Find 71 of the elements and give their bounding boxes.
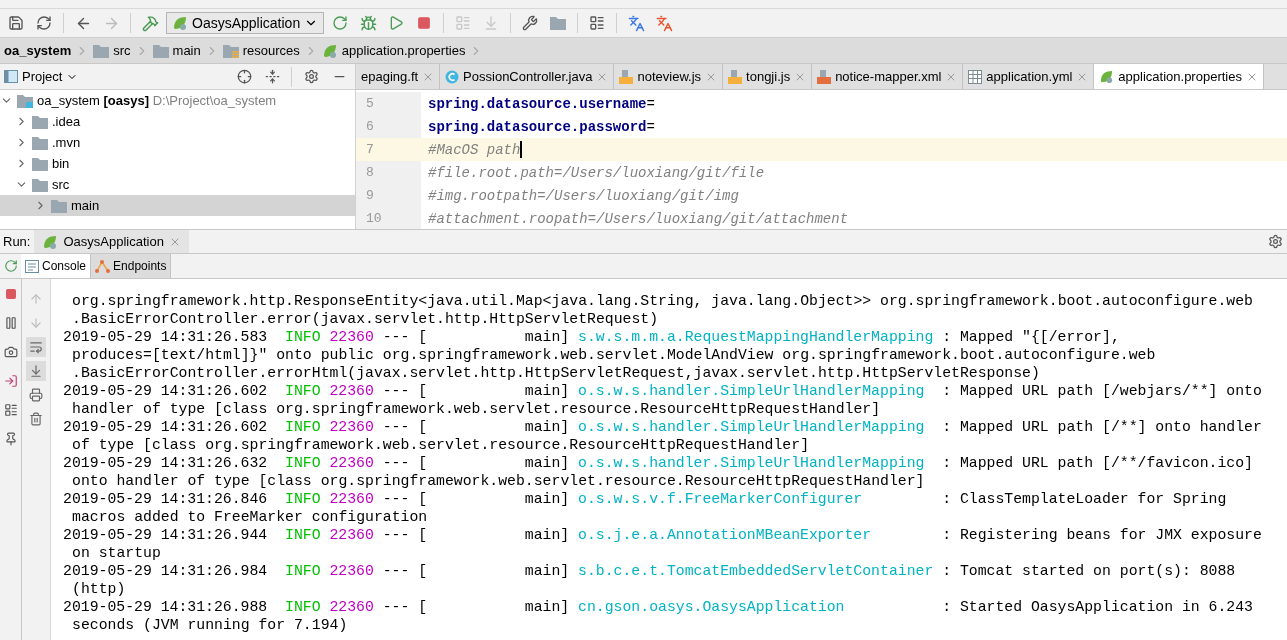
leaf-icon xyxy=(1099,69,1115,84)
project-view-dropdown[interactable]: Project xyxy=(4,69,79,84)
run-label: Run: xyxy=(3,234,31,249)
log-line: produces=[text/html]}" onto public org.springframework.web.servlet.ModelAndView org.springframework.boot.autoconfigure.web xyxy=(71,346,1156,364)
line-number: 10 xyxy=(356,207,421,229)
log-line: .BasicErrorController.error(javax.servlet.http.HttpServletRequest) xyxy=(71,310,659,328)
breadcrumb[interactable]: resources xyxy=(218,38,304,63)
log-line: 2019-05-29 14:31:26.846 INFO 22360 --- [ main] o.s.w.s.v.f.FreeMarkerConfigurer : ClassTemplateLoader for Spring xyxy=(63,490,1227,508)
soft-wrap-icon[interactable] xyxy=(26,337,46,357)
code-text: spring.datasource.username= xyxy=(427,95,655,112)
log-line: handler of type [class org.springframework.web.servlet.resource.ResourceHttpRequestHandler] xyxy=(71,400,881,418)
breadcrumb[interactable]: src xyxy=(89,38,135,63)
class-icon xyxy=(445,69,460,84)
folder-icon xyxy=(93,43,110,58)
log-line: onto handler of type [class org.springframework.web.servlet.resource.ResourceHttpRequestHandler] xyxy=(71,472,925,490)
log-line: .BasicErrorController.errorHtml(javax.servlet.http.HttpServletRequest,javax.servlet.http.HttpServletResponse) xyxy=(71,364,1040,382)
folder-icon xyxy=(32,156,48,171)
tree-item[interactable]: src xyxy=(0,174,355,195)
breadcrumb[interactable]: oa_system xyxy=(0,38,76,63)
log-line: 2019-05-29 14:31:26.944 INFO 22360 --- [ main] o.s.j.e.a.AnnotationMBeanExporter : Registering beans for JMX exposure xyxy=(63,526,1262,544)
file-icon xyxy=(619,69,634,84)
line-number: 8 xyxy=(356,161,421,184)
breadcrumb[interactable]: main xyxy=(148,38,205,63)
tree-item[interactable]: oa_system [oasys] D:\Project\oa_system xyxy=(0,90,355,111)
tree-item[interactable]: bin xyxy=(0,153,355,174)
tree-item[interactable]: .mvn xyxy=(0,132,355,153)
log-line: 2019-05-29 14:31:26.602 INFO 22360 --- [ main] o.s.w.s.handler.SimpleUrlHandlerMapping : Mapped URL path [/webjars/**] onto xyxy=(63,382,1262,400)
tree-item[interactable]: .idea xyxy=(0,111,355,132)
log-line: seconds (JVM running for 7.194) xyxy=(71,616,348,634)
tree-item[interactable]: main xyxy=(0,195,355,216)
folder-icon xyxy=(32,177,48,192)
folder-icon xyxy=(32,135,48,150)
console-tab[interactable]: Endpoints xyxy=(91,254,172,278)
table-icon xyxy=(968,69,983,84)
folder-icon xyxy=(152,43,169,58)
code-text: spring.datasource.password= xyxy=(427,118,655,135)
code-text: #attachment.roopath=/Users/luoxiang/git/attachment xyxy=(427,210,849,227)
scroll-to-end-icon[interactable] xyxy=(26,361,46,381)
log-line: 2019-05-29 14:31:26.984 INFO 22360 --- [ main] s.b.c.e.t.TomcatEmbeddedServletContainer : Tomcat started on port(s): 8088 xyxy=(63,562,1236,580)
breadcrumb[interactable]: application.properties xyxy=(317,38,470,63)
code-text: #MacOS path xyxy=(427,141,523,158)
editor-tab[interactable]: application.properties xyxy=(1094,64,1264,89)
module-folder-icon xyxy=(17,93,33,108)
log-line: 2019-05-29 14:31:26.988 INFO 22360 --- [ main] cn.gson.oasys.OasysApplication : Started OasysApplication in 6.243 xyxy=(63,598,1253,616)
log-line: 2019-05-29 14:31:26.632 INFO 22360 --- [ main] o.s.w.s.handler.SimpleUrlHandlerMapping : Mapped URL path [/**/favicon.ico] xyxy=(63,454,1253,472)
window-icon xyxy=(4,70,18,83)
log-line: 2019-05-29 14:31:26.602 INFO 22360 --- [ main] o.s.w.s.handler.SimpleUrlHandlerMapping : Mapped URL path [/**] onto handler xyxy=(63,418,1262,436)
file-icon xyxy=(728,69,743,84)
log-line: (http) xyxy=(71,580,126,598)
run-configuration-dropdown[interactable]: OasysApplication xyxy=(166,12,325,34)
log-line: org.springframework.http.ResponseEntity<java.util.Map<java.lang.String, java.lang.Object>> org.springframework.boot.autoconfigure.web xyxy=(71,292,1253,310)
folder-icon xyxy=(32,114,48,129)
line-number: 9 xyxy=(356,184,421,207)
code-text: #file.root.path=/Users/luoxiang/git/file xyxy=(427,164,765,181)
log-line: macros added to FreeMarker configuration xyxy=(71,508,428,526)
leaf-icon xyxy=(172,15,188,31)
console-tab[interactable]: Console xyxy=(21,254,92,278)
file-icon xyxy=(817,69,832,84)
line-number: 5 xyxy=(356,92,421,115)
console-icon xyxy=(25,259,39,273)
log-line: 2019-05-29 14:31:26.583 INFO 22360 --- [ main] s.w.s.m.m.a.RequestMappingHandlerMapping : Mapped "{[/error], xyxy=(63,328,1120,346)
endpoints-icon xyxy=(95,259,111,273)
code-text: #img.rootpath=/Users/luoxiang/git/img xyxy=(427,187,739,204)
log-line: of type [class org.springframework.web.servlet.resource.ResourceHttpRequestHandler] xyxy=(71,436,809,454)
line-number: 6 xyxy=(356,115,421,138)
log-line: on startup xyxy=(71,544,161,562)
leaf-icon xyxy=(321,42,338,59)
folder-icon xyxy=(51,198,67,213)
leaf-icon xyxy=(42,233,59,250)
resources-folder-icon xyxy=(222,43,239,58)
run-tab[interactable]: OasysApplication xyxy=(34,230,189,253)
